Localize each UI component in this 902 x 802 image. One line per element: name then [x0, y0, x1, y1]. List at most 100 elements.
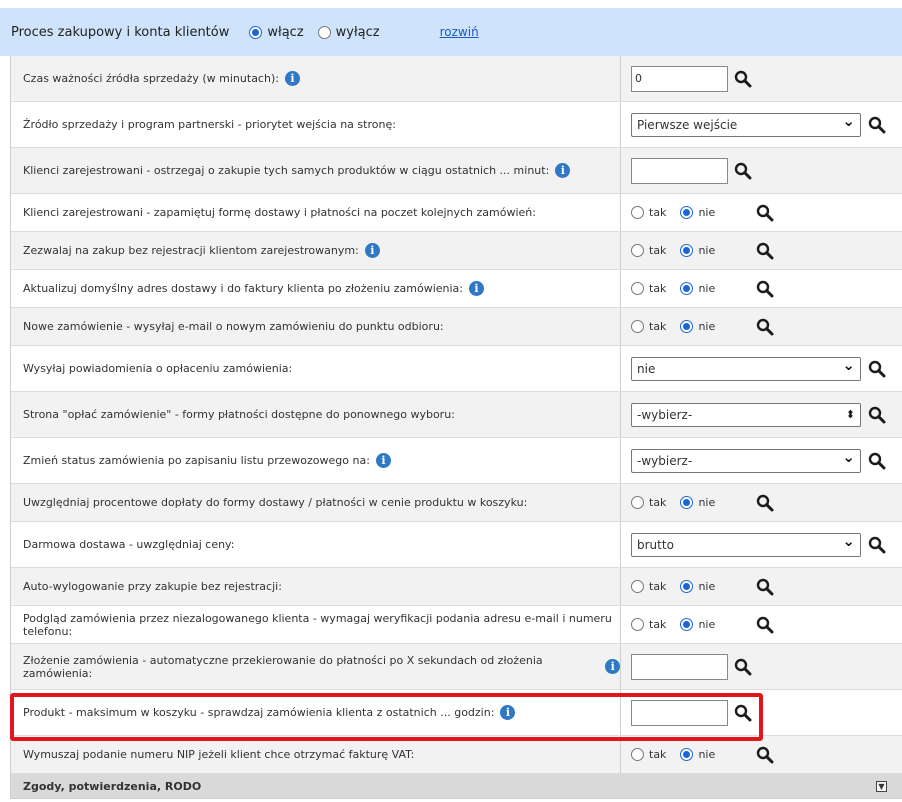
- enable-radio[interactable]: włącz: [249, 25, 304, 40]
- search-icon[interactable]: [756, 280, 774, 298]
- no-radio-dot[interactable]: [680, 244, 694, 257]
- setting-label-text: Aktualizuj domyślny adres dostawy i do f…: [23, 282, 463, 295]
- yes-radio[interactable]: tak: [631, 496, 666, 509]
- setting-label-text: Czas ważności źródła sprzedaży (w minuta…: [23, 72, 279, 85]
- yes-radio-dot[interactable]: [631, 282, 644, 295]
- text-input[interactable]: [631, 157, 728, 184]
- setting-label: Źródło sprzedaży i program partnerski - …: [11, 102, 621, 147]
- no-radio[interactable]: nie: [680, 320, 715, 333]
- select-value: nie: [637, 361, 656, 376]
- search-icon[interactable]: [734, 704, 752, 722]
- select-dropdown[interactable]: Pierwsze wejście ⌄: [631, 112, 861, 137]
- chevron-down-icon: ⌄: [842, 532, 855, 550]
- yes-radio[interactable]: tak: [631, 580, 666, 593]
- enable-radio-dot[interactable]: [249, 25, 263, 39]
- setting-label-text: Zmień status zamówienia po zapisaniu lis…: [23, 454, 370, 467]
- select-dropdown[interactable]: -wybierz- ⌄: [631, 448, 861, 473]
- setting-control: tak nie: [621, 308, 902, 345]
- no-radio[interactable]: nie: [680, 618, 715, 631]
- disable-radio[interactable]: wyłącz: [317, 25, 380, 40]
- yes-radio[interactable]: tak: [631, 282, 666, 295]
- no-radio[interactable]: nie: [680, 496, 715, 509]
- info-icon[interactable]: i: [364, 243, 380, 258]
- expand-link[interactable]: rozwiń: [440, 25, 479, 39]
- yes-radio[interactable]: tak: [631, 206, 666, 219]
- no-radio-dot[interactable]: [680, 206, 694, 219]
- disable-radio-dot[interactable]: [317, 25, 331, 39]
- no-radio-dot[interactable]: [680, 618, 694, 631]
- expand-icon[interactable]: ▼: [876, 780, 887, 792]
- search-icon[interactable]: [756, 578, 774, 596]
- info-icon[interactable]: i: [284, 71, 300, 86]
- setting-label-text: Strona "opłać zamówienie" - formy płatno…: [23, 408, 455, 421]
- yes-label: tak: [649, 244, 667, 257]
- select-value: Pierwsze wejście: [637, 117, 738, 132]
- no-radio[interactable]: nie: [680, 580, 715, 593]
- info-icon[interactable]: i: [375, 453, 391, 468]
- no-radio[interactable]: nie: [680, 282, 715, 295]
- yes-radio-dot[interactable]: [631, 748, 644, 761]
- setting-label: Klienci zarejestrowani - zapamiętuj form…: [11, 194, 621, 231]
- search-icon[interactable]: [734, 162, 752, 180]
- setting-label: Zezwalaj na zakup bez rejestracji klient…: [11, 232, 621, 269]
- yes-label: tak: [649, 748, 667, 761]
- no-radio-dot[interactable]: [680, 748, 694, 761]
- yes-radio[interactable]: tak: [631, 320, 666, 333]
- yes-label: tak: [649, 496, 667, 509]
- search-icon[interactable]: [868, 116, 886, 134]
- yes-radio-dot[interactable]: [631, 244, 644, 257]
- no-label: nie: [698, 206, 716, 219]
- search-icon[interactable]: [756, 494, 774, 512]
- select-dropdown[interactable]: brutto ⌄: [631, 532, 861, 557]
- yes-radio-dot[interactable]: [631, 618, 644, 631]
- collapsed-section-rodo[interactable]: Zgody, potwierdzenia, RODO ▼: [11, 774, 902, 799]
- no-radio[interactable]: nie: [680, 748, 715, 761]
- select-dropdown[interactable]: -wybierz- ⬍: [631, 402, 861, 427]
- yes-radio[interactable]: tak: [631, 748, 666, 761]
- search-icon[interactable]: [868, 536, 886, 554]
- yes-no-group: tak nie: [631, 748, 729, 761]
- no-radio-dot[interactable]: [680, 282, 694, 295]
- table-row: Aktualizuj domyślny adres dostawy i do f…: [11, 270, 902, 308]
- setting-label-text: Darmowa dostawa - uwzględniaj ceny:: [23, 538, 235, 551]
- no-radio-dot[interactable]: [680, 496, 694, 509]
- setting-label-text: Zezwalaj na zakup bez rejestracji klient…: [23, 244, 359, 257]
- search-icon[interactable]: [756, 204, 774, 222]
- setting-control: [621, 644, 902, 689]
- yes-no-group: tak nie: [631, 244, 729, 257]
- text-input[interactable]: [631, 699, 728, 726]
- search-icon[interactable]: [756, 746, 774, 764]
- search-icon[interactable]: [756, 616, 774, 634]
- no-radio[interactable]: nie: [680, 206, 715, 219]
- yes-radio[interactable]: tak: [631, 244, 666, 257]
- no-radio-dot[interactable]: [680, 580, 694, 593]
- yes-radio-dot[interactable]: [631, 580, 644, 593]
- table-row: Produkt - maksimum w koszyku - sprawdzaj…: [11, 690, 902, 736]
- search-icon[interactable]: [868, 406, 886, 424]
- setting-control: [621, 690, 902, 735]
- yes-radio[interactable]: tak: [631, 618, 666, 631]
- table-row: Klienci zarejestrowani - zapamiętuj form…: [11, 194, 902, 232]
- text-input[interactable]: 0: [631, 65, 728, 92]
- no-radio[interactable]: nie: [680, 244, 715, 257]
- yes-radio-dot[interactable]: [631, 206, 644, 219]
- setting-label: Aktualizuj domyślny adres dostawy i do f…: [11, 270, 621, 307]
- setting-label-text: Nowe zamówienie - wysyłaj e-mail o nowym…: [23, 320, 444, 333]
- info-icon[interactable]: i: [555, 163, 571, 178]
- search-icon[interactable]: [756, 242, 774, 260]
- table-row: Nowe zamówienie - wysyłaj e-mail o nowym…: [11, 308, 902, 346]
- search-icon[interactable]: [734, 70, 752, 88]
- info-icon[interactable]: i: [500, 705, 516, 720]
- search-icon[interactable]: [868, 360, 886, 378]
- search-icon[interactable]: [756, 318, 774, 336]
- select-dropdown[interactable]: nie ⌄: [631, 356, 861, 381]
- info-icon[interactable]: i: [469, 281, 484, 296]
- yes-radio-dot[interactable]: [631, 496, 644, 509]
- no-radio-dot[interactable]: [680, 320, 694, 333]
- yes-radio-dot[interactable]: [631, 320, 644, 333]
- text-input[interactable]: [631, 653, 728, 680]
- info-icon[interactable]: i: [605, 659, 620, 674]
- search-icon[interactable]: [868, 452, 886, 470]
- search-icon[interactable]: [734, 658, 752, 676]
- yes-label: tak: [649, 618, 667, 631]
